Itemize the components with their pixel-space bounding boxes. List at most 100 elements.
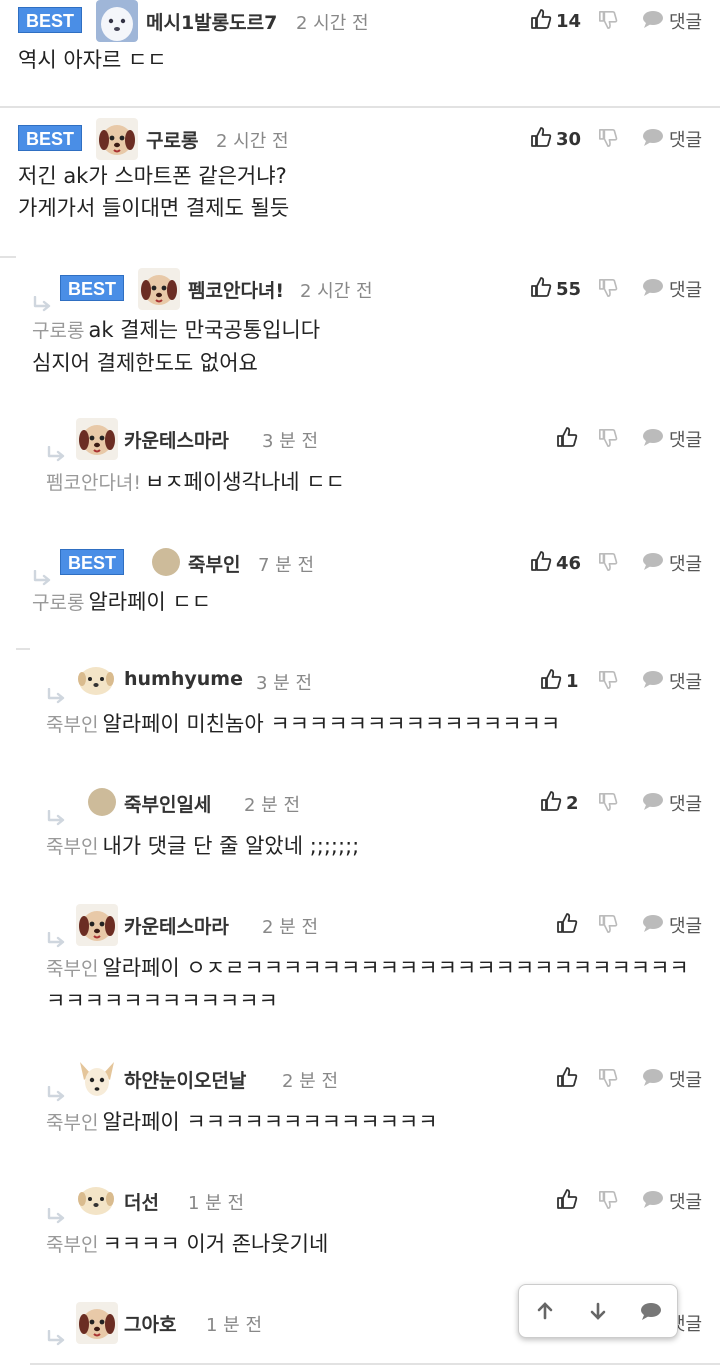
comment-body: 펨코안다녀! ㅂㅈ페이생각나네 ㄷㄷ — [46, 466, 712, 499]
reply-button[interactable]: 댓글 — [641, 668, 702, 694]
reply-button[interactable]: 댓글 — [641, 276, 702, 302]
nickname[interactable]: 죽부인일세 — [124, 790, 211, 817]
like-button[interactable] — [556, 426, 582, 453]
thumbs-down-icon[interactable] — [598, 10, 618, 34]
nickname[interactable]: humhyume — [124, 668, 243, 690]
comment-icon[interactable] — [631, 1291, 671, 1331]
best-badge: BEST — [60, 549, 124, 575]
mention-tag[interactable]: 죽부인 — [46, 1234, 98, 1256]
comment-bubble-icon — [641, 1189, 665, 1214]
mention-tag[interactable]: 죽부인 — [46, 958, 98, 980]
reply-label: 댓글 — [669, 672, 703, 693]
avatar[interactable] — [76, 1058, 118, 1100]
nickname[interactable]: 죽부인 — [188, 550, 240, 577]
mention-tag[interactable]: 펨코안다녀! — [46, 472, 141, 494]
reply-button[interactable]: 댓글 — [641, 1188, 702, 1214]
reply-label: 댓글 — [669, 1070, 703, 1091]
reply-button[interactable]: 댓글 — [641, 790, 702, 816]
timestamp: 2 분 전 — [244, 795, 301, 816]
reply-button[interactable]: 댓글 — [641, 1066, 702, 1092]
thumbs-up-icon — [556, 426, 578, 453]
thumbs-down-icon[interactable] — [598, 1068, 618, 1092]
comment-text: 내가 댓글 단 줄 알았네 ;;;;;;; — [102, 834, 360, 858]
reply-button[interactable]: 댓글 — [641, 426, 702, 452]
comment-item: BEST 펨코안다녀! 2 시간 전 55 댓글 구로롱 ak 결제는 만국공통입니다 심지… — [16, 256, 720, 408]
mention-tag[interactable]: 죽부인 — [46, 714, 98, 736]
comment-item: 하얀눈이오던날 2 분 전 댓글 죽부인 알라페이 ㅋㅋㅋㅋㅋㅋㅋㅋㅋㅋㅋㅋㅋ — [30, 1046, 720, 1170]
reply-arrow-icon — [46, 810, 68, 826]
nickname[interactable]: 펨코안다녀! — [188, 276, 284, 303]
like-button[interactable] — [556, 1066, 582, 1093]
thumbs-down-icon[interactable] — [598, 428, 618, 452]
nickname[interactable]: 하얀눈이오던날 — [124, 1066, 246, 1093]
thumbs-up-icon — [556, 912, 578, 939]
reply-arrow-icon — [46, 688, 68, 704]
nickname[interactable]: 카운테스마라 — [124, 912, 229, 939]
like-count: 55 — [556, 279, 582, 300]
avatar[interactable] — [76, 904, 118, 946]
scroll-down-icon[interactable] — [578, 1291, 618, 1331]
avatar[interactable] — [76, 1302, 118, 1344]
comment-text: 알라페이 ㅋㅋㅋㅋㅋㅋㅋㅋㅋㅋㅋㅋㅋ — [102, 1110, 438, 1134]
like-button[interactable]: 55 — [530, 276, 581, 303]
thumbs-down-icon[interactable] — [598, 278, 618, 302]
thumbs-down-icon[interactable] — [598, 552, 618, 576]
thumbs-down-icon[interactable] — [598, 128, 618, 152]
timestamp: 2 시간 전 — [296, 13, 369, 34]
like-button[interactable]: 2 — [540, 790, 579, 817]
comment-item: 죽부인일세 2 분 전 2 댓글죽부인 내가 댓글 단 줄 알았네 ;;;;;;; — [30, 770, 720, 894]
thumbs-up-icon — [540, 790, 562, 817]
comment-bubble-icon — [641, 791, 665, 816]
comment-item: 카운테스마라 3 분 전 댓글 펨코안다녀! ㅂㅈ페이생각나네 ㄷㄷ — [16, 406, 720, 530]
comment-body: 죽부인 알라페이 ㅋㅋㅋㅋㅋㅋㅋㅋㅋㅋㅋㅋㅋ — [46, 1106, 712, 1139]
nickname[interactable]: 그아호 — [124, 1310, 176, 1337]
avatar[interactable] — [96, 118, 138, 160]
comment-item: humhyume 3 분 전 1 댓글 죽부인 알라페이 미친놈아 ㅋㅋㅋㅋㅋㅋㅋㅋㅋㅋㅋ… — [30, 648, 720, 772]
comment-bubble-icon — [641, 669, 665, 694]
thumbs-down-icon[interactable] — [598, 670, 618, 694]
reply-button[interactable]: 댓글 — [641, 912, 702, 938]
like-button[interactable]: 1 — [540, 668, 579, 695]
nickname[interactable]: 카운테스마라 — [124, 426, 229, 453]
thumbs-up-icon — [530, 276, 552, 303]
comment-body: 역시 아자르 ㄷㄷ — [18, 44, 712, 76]
reply-button[interactable]: 댓글 — [641, 126, 702, 152]
like-button[interactable]: 46 — [530, 550, 581, 577]
nickname[interactable]: 더선 — [124, 1188, 159, 1215]
like-button[interactable] — [556, 912, 582, 939]
avatar[interactable] — [82, 782, 124, 824]
comment-body: 저긴 ak가 스마트폰 같은거냐? 가게가서 들이대면 결제도 될듯 — [18, 160, 712, 224]
avatar[interactable] — [76, 418, 118, 460]
reply-button[interactable]: 댓글 — [641, 550, 702, 576]
scroll-up-icon[interactable] — [525, 1291, 565, 1331]
reply-arrow-icon — [46, 446, 68, 462]
reply-arrow-icon — [46, 1086, 68, 1102]
avatar[interactable] — [146, 542, 188, 584]
avatar[interactable] — [96, 0, 138, 42]
avatar[interactable] — [76, 1180, 118, 1222]
like-button[interactable]: 30 — [530, 126, 581, 153]
like-count: 2 — [566, 793, 579, 814]
avatar[interactable] — [76, 660, 118, 702]
thumbs-down-icon[interactable] — [598, 792, 618, 816]
mention-tag[interactable]: 죽부인 — [46, 836, 98, 858]
comment-item: BEST 구로롱 2 시간 전 30 댓글 저긴 ak가 스마트폰 같은거냐? 가게가서 … — [0, 118, 720, 258]
comment-bubble-icon — [641, 913, 665, 938]
nickname[interactable]: 메시1발롱도르7 — [146, 8, 277, 35]
like-count: 46 — [556, 553, 582, 574]
best-badge: BEST — [18, 7, 82, 33]
mention-tag[interactable]: 구로롱 — [32, 592, 84, 614]
comment-item: BEST 메시1발롱도르7 2 시간 전 14 댓글역시 아자르 ㄷㄷ — [0, 0, 720, 108]
mention-tag[interactable]: 구로롱 — [32, 320, 84, 342]
mention-tag[interactable]: 죽부인 — [46, 1112, 98, 1134]
avatar[interactable] — [138, 268, 180, 310]
like-button[interactable] — [556, 1188, 582, 1215]
reply-button[interactable]: 댓글 — [641, 8, 702, 34]
comment-item: 더선 1 분 전 댓글 죽부인 ㅋㅋㅋㅋ 이거 존나웃기네 — [30, 1168, 720, 1292]
floating-nav — [518, 1284, 678, 1338]
thumbs-down-icon[interactable] — [598, 1190, 618, 1214]
like-button[interactable]: 14 — [530, 8, 581, 35]
nickname[interactable]: 구로롱 — [146, 126, 198, 153]
thumbs-down-icon[interactable] — [598, 914, 618, 938]
timestamp: 1 분 전 — [206, 1315, 263, 1336]
